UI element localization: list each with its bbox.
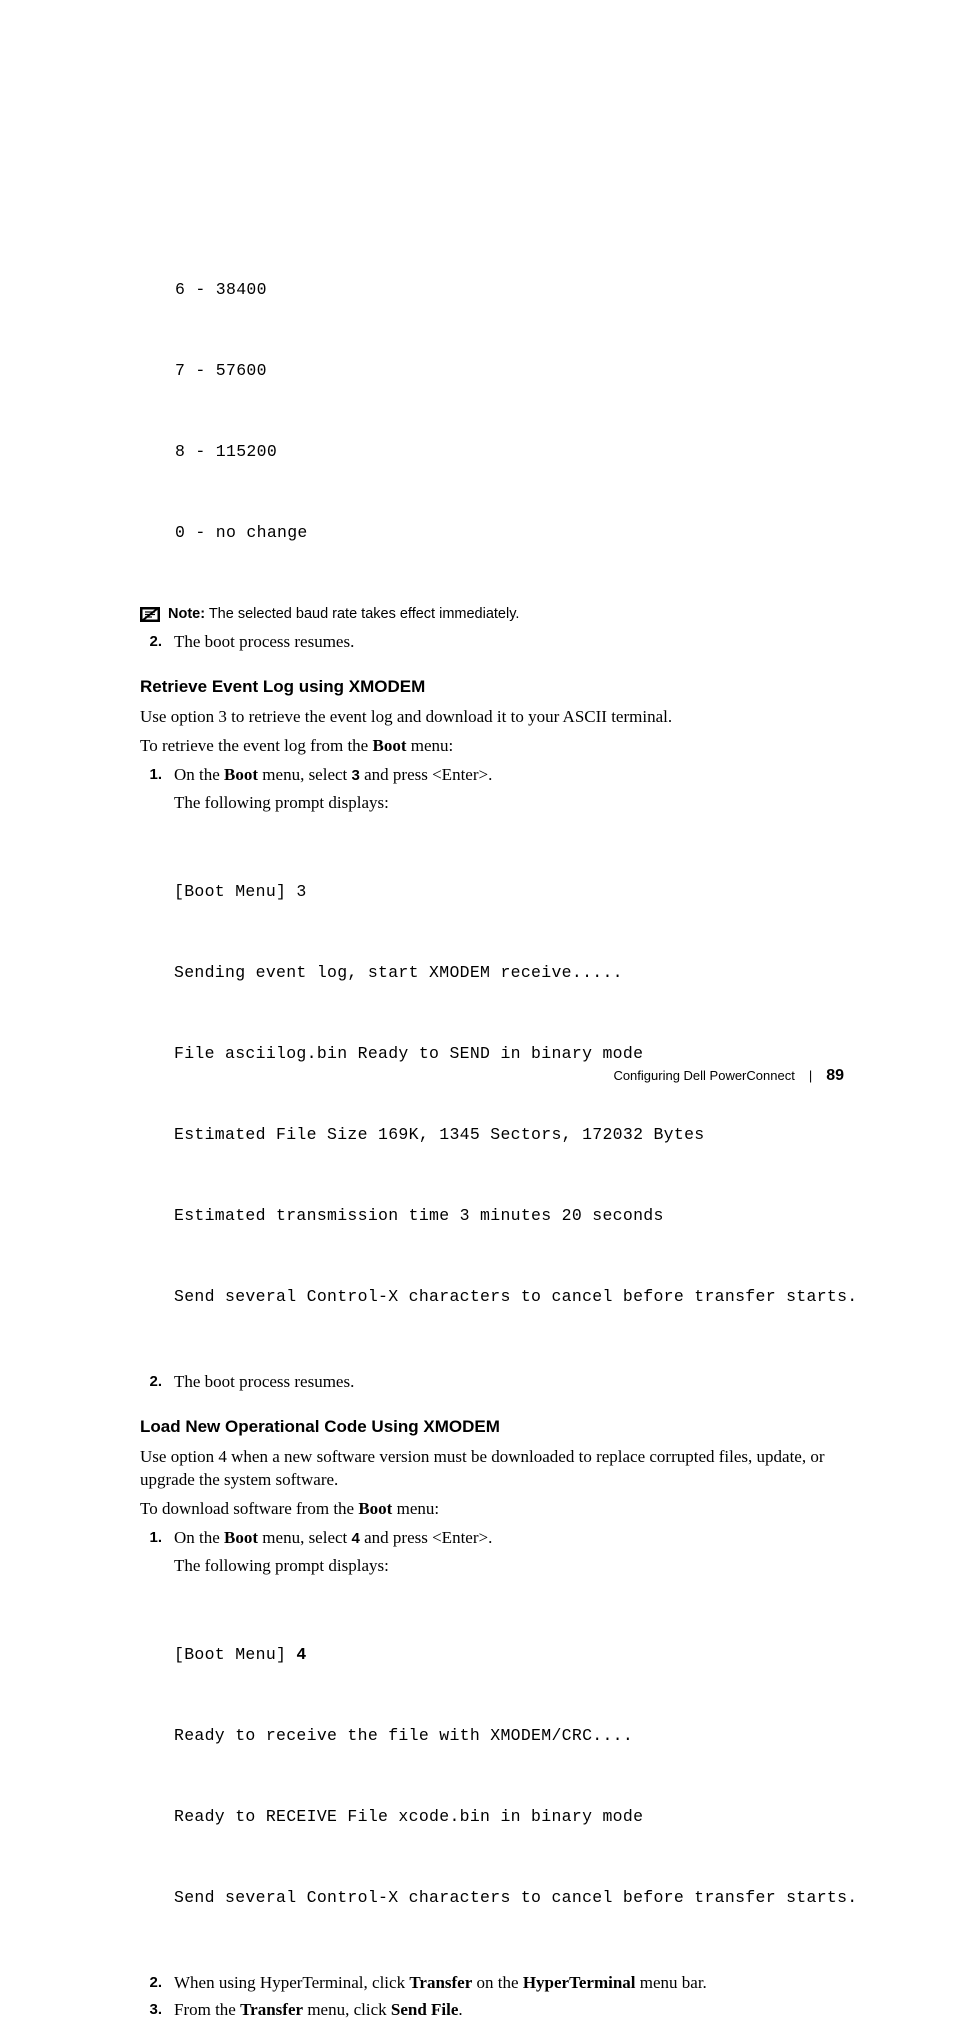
step-number: 2.: [140, 1370, 162, 1393]
note-label: Note:: [168, 606, 205, 622]
text: To download software from the: [140, 1499, 358, 1518]
code-block: [Boot Menu] 4 Ready to receive the file …: [174, 1587, 844, 1965]
step-body: The boot process resumes.: [174, 1370, 844, 1393]
step-body: On the Boot menu, select 3 and press <En…: [174, 763, 844, 818]
text: From the: [174, 2000, 240, 2019]
paragraph: Use option 4 when a new software version…: [140, 1445, 844, 1491]
text: and press <Enter>.: [360, 1528, 492, 1547]
step-number: 2.: [140, 630, 162, 653]
step-row: 1. On the Boot menu, select 3 and press …: [140, 763, 844, 818]
text: .: [458, 2000, 462, 2019]
text: on the: [472, 1973, 523, 1992]
code-line: [Boot Menu] 4: [174, 1641, 844, 1668]
text: menu bar.: [636, 1973, 707, 1992]
step-body: On the Boot menu, select 4 and press <En…: [174, 1526, 844, 1581]
code-line: File asciilog.bin Ready to SEND in binar…: [174, 1040, 844, 1067]
bold-text: Boot: [224, 765, 258, 784]
text: and press <Enter>.: [360, 765, 492, 784]
step-number: 1.: [140, 1526, 162, 1581]
bold-text: Boot: [372, 736, 406, 755]
step-body: The boot process resumes.: [174, 630, 844, 653]
bold-text: Transfer: [240, 2000, 303, 2019]
bold-text: Boot: [224, 1528, 258, 1547]
step-row: 3. From the Transfer menu, click Send Fi…: [140, 1998, 844, 2021]
section-heading: Retrieve Event Log using XMODEM: [140, 677, 844, 697]
text: menu:: [392, 1499, 439, 1518]
page-number: 89: [826, 1067, 844, 1085]
bold-text: Send File: [391, 2000, 459, 2019]
bold-text: Boot: [358, 1499, 392, 1518]
code-line: Estimated transmission time 3 minutes 20…: [174, 1202, 844, 1229]
text: When using HyperTerminal, click: [174, 1973, 409, 1992]
text: On the: [174, 1528, 224, 1547]
bold-text: Transfer: [409, 1973, 472, 1992]
baud-option-list: 6 - 38400 7 - 57600 8 - 115200 0 - no ch…: [175, 222, 844, 600]
step-row: 2. The boot process resumes.: [140, 1370, 844, 1393]
note-body: The selected baud rate takes effect imme…: [205, 606, 519, 622]
step-row: 2. The boot process resumes.: [140, 630, 844, 653]
section-heading: Load New Operational Code Using XMODEM: [140, 1417, 844, 1437]
baud-option: 8 - 115200: [175, 438, 844, 465]
text: menu, select: [258, 1528, 351, 1547]
page-footer: Configuring Dell PowerConnect | 89: [613, 1067, 844, 1085]
page: 6 - 38400 7 - 57600 8 - 115200 0 - no ch…: [0, 0, 954, 1235]
step-body: From the Transfer menu, click Send File.: [174, 1998, 844, 2021]
step-body: When using HyperTerminal, click Transfer…: [174, 1971, 844, 1994]
text: The following prompt displays:: [174, 1554, 844, 1577]
baud-option: 0 - no change: [175, 519, 844, 546]
footer-separator: |: [809, 1068, 812, 1083]
code-line: [Boot Menu] 3: [174, 878, 844, 905]
text: On the: [174, 765, 224, 784]
step-number: 3.: [140, 1998, 162, 2021]
bold-text: HyperTerminal: [523, 1973, 636, 1992]
note-text: Note: The selected baud rate takes effec…: [168, 606, 519, 622]
baud-option: 6 - 38400: [175, 276, 844, 303]
text: The following prompt displays:: [174, 791, 844, 814]
bold-text: 4: [352, 1530, 360, 1547]
text: To retrieve the event log from the: [140, 736, 372, 755]
code-line: Ready to RECEIVE File xcode.bin in binar…: [174, 1803, 844, 1830]
code-line: Sending event log, start XMODEM receive.…: [174, 959, 844, 986]
step-number: 1.: [140, 763, 162, 818]
text: menu:: [406, 736, 453, 755]
paragraph: Use option 3 to retrieve the event log a…: [140, 705, 844, 728]
code-line: Send several Control-X characters to can…: [174, 1884, 844, 1911]
baud-option: 7 - 57600: [175, 357, 844, 384]
step-number: 2.: [140, 1971, 162, 1994]
code-text-bold: 4: [296, 1645, 306, 1664]
note-row: Note: The selected baud rate takes effec…: [140, 606, 844, 622]
paragraph: To download software from the Boot menu:: [140, 1497, 844, 1520]
bold-text: 3: [352, 767, 360, 784]
code-line: Send several Control-X characters to can…: [174, 1283, 844, 1310]
paragraph: To retrieve the event log from the Boot …: [140, 734, 844, 757]
text: menu, select: [258, 765, 351, 784]
footer-title: Configuring Dell PowerConnect: [613, 1068, 794, 1083]
code-block: [Boot Menu] 3 Sending event log, start X…: [174, 824, 844, 1364]
code-line: Estimated File Size 169K, 1345 Sectors, …: [174, 1121, 844, 1148]
text: menu, click: [303, 2000, 391, 2019]
step-row: 1. On the Boot menu, select 4 and press …: [140, 1526, 844, 1581]
code-text: [Boot Menu]: [174, 1645, 296, 1664]
step-row: 2. When using HyperTerminal, click Trans…: [140, 1971, 844, 1994]
note-icon: [140, 607, 160, 622]
code-line: Ready to receive the file with XMODEM/CR…: [174, 1722, 844, 1749]
